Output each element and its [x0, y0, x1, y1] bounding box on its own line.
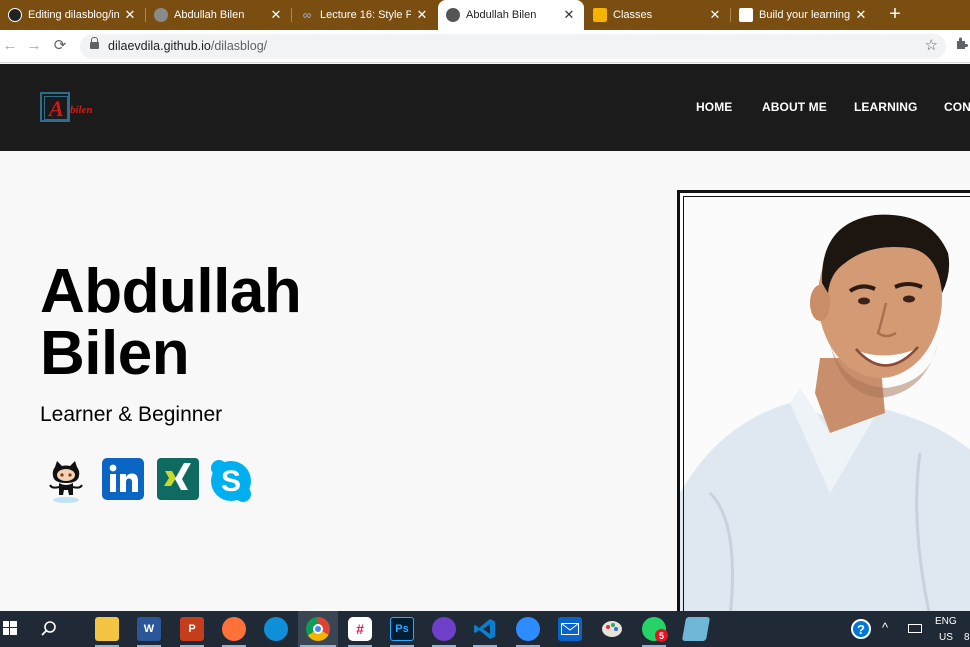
browser-tab[interactable]: Abdullah Bilen ✕ — [146, 0, 291, 30]
linkedin-icon[interactable] — [101, 457, 147, 503]
browser-tab-active[interactable]: Abdullah Bilen ✕ — [438, 0, 584, 30]
whatsapp-icon[interactable]: 5 — [642, 617, 668, 642]
hero-subtitle: Learner & Beginner — [40, 403, 223, 426]
chrome-icon[interactable] — [306, 617, 330, 641]
site-logo[interactable]: A bilen — [40, 92, 100, 124]
help-icon[interactable]: ? — [851, 619, 871, 639]
notification-badge: 5 — [655, 629, 668, 642]
hero-section: Abdullah Bilen Learner & Beginner S — [0, 151, 970, 623]
globe-icon — [446, 8, 460, 22]
github-icon[interactable] — [42, 457, 88, 503]
close-icon[interactable]: ✕ — [854, 7, 868, 23]
close-icon[interactable]: ✕ — [123, 7, 137, 23]
notes-icon[interactable] — [681, 617, 711, 641]
url-text: dilaevdila.github.io/dilasblog/ — [108, 39, 268, 53]
xing-icon[interactable] — [156, 457, 202, 503]
classroom-icon — [593, 8, 607, 22]
browser-tab[interactable]: Editing dilasblog/ind ✕ — [0, 0, 145, 30]
slack-icon[interactable]: # — [348, 617, 372, 641]
browser-toolbar: ← → ⟳ dilaevdila.github.io/dilasblog/ ☆ — [0, 30, 970, 63]
close-icon[interactable]: ✕ — [415, 7, 429, 23]
hero-name: Abdullah Bilen — [40, 257, 302, 388]
file-explorer-icon[interactable] — [95, 617, 119, 641]
firefox-icon[interactable] — [222, 617, 246, 641]
nav-about-me[interactable]: ABOUT ME — [762, 100, 827, 114]
mail-icon[interactable] — [558, 617, 582, 641]
powerpoint-icon[interactable]: P — [180, 617, 204, 641]
browser-tab[interactable]: Build your learning b ✕ — [731, 0, 876, 30]
site-header: A bilen HOME ABOUT ME LEARNING CONT — [0, 64, 970, 151]
language-region: US — [939, 632, 953, 643]
close-icon[interactable]: ✕ — [708, 7, 722, 23]
windows-start-icon[interactable] — [3, 621, 17, 635]
clock-text[interactable]: 8 — [964, 632, 970, 643]
profile-photo — [680, 193, 970, 617]
github-icon — [8, 8, 22, 22]
language-indicator[interactable]: ENG — [935, 616, 957, 627]
photoshop-icon[interactable]: Ps — [390, 617, 414, 641]
browser-tab-strip: Editing dilasblog/ind ✕ Abdullah Bilen ✕… — [0, 0, 970, 30]
svg-text:S: S — [221, 465, 241, 498]
profile-photo-frame — [677, 190, 970, 623]
browser-tab[interactable]: Classes ✕ — [585, 0, 730, 30]
chevron-up-icon[interactable]: ^ — [882, 620, 888, 635]
lock-icon — [90, 37, 99, 50]
back-button[interactable]: ← — [0, 36, 20, 56]
profile-icon — [739, 8, 753, 22]
nav-home[interactable]: HOME — [696, 100, 732, 114]
windows-taskbar: W P # Ps 5 ? ^ ENG US 8 — [0, 611, 970, 647]
address-bar[interactable]: dilaevdila.github.io/dilasblog/ ☆ — [80, 34, 946, 59]
extensions-icon[interactable] — [955, 36, 969, 53]
vscode-icon[interactable] — [473, 617, 497, 641]
edge-icon[interactable] — [264, 617, 288, 641]
close-icon[interactable]: ✕ — [269, 7, 283, 23]
infinity-icon: ∞ — [302, 8, 312, 22]
nav-contact[interactable]: CONT — [944, 100, 970, 114]
skype-icon[interactable]: S — [208, 457, 254, 503]
nav-learning[interactable]: LEARNING — [854, 100, 917, 114]
paint-icon[interactable] — [600, 617, 624, 641]
bookmark-star-icon[interactable]: ☆ — [925, 36, 938, 54]
forward-button[interactable]: → — [24, 36, 44, 56]
new-tab-button[interactable]: + — [884, 4, 906, 26]
github-desktop-icon[interactable] — [432, 617, 456, 641]
search-icon[interactable] — [40, 620, 58, 638]
close-icon[interactable]: ✕ — [562, 7, 576, 23]
word-icon[interactable]: W — [137, 617, 161, 641]
globe-icon — [154, 8, 168, 22]
zoom-icon[interactable] — [516, 617, 540, 641]
battery-icon[interactable] — [908, 624, 922, 633]
browser-tab[interactable]: ∞ Lecture 16: Style Plac ✕ — [292, 0, 437, 30]
reload-button[interactable]: ⟳ — [50, 36, 70, 56]
